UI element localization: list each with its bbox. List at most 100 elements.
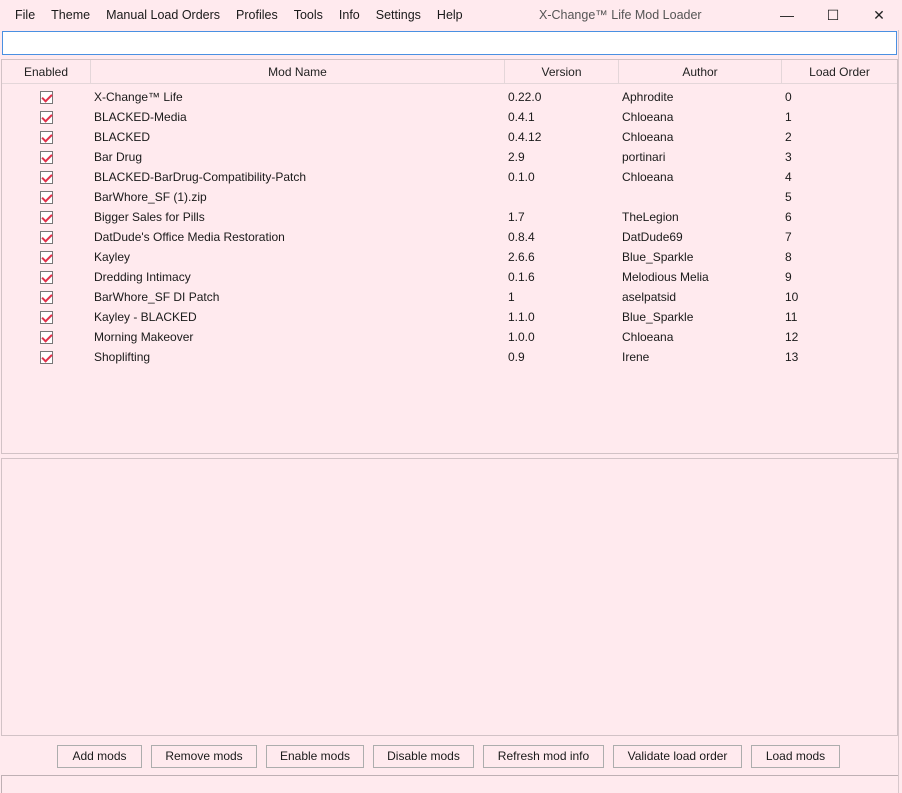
author-cell: DatDude69	[622, 230, 683, 244]
table-row[interactable]: BLACKED 0.4.12 Chloeana 2	[2, 127, 897, 147]
table-row[interactable]: Shoplifting 0.9 Irene 13	[2, 347, 897, 367]
enabled-checkbox[interactable]	[40, 230, 53, 244]
enabled-cell	[2, 270, 91, 284]
enabled-checkbox[interactable]	[40, 170, 53, 184]
add-mods-button[interactable]: Add mods	[57, 745, 142, 768]
table-row[interactable]: BarWhore_SF (1).zip 5	[2, 187, 897, 207]
load-order-cell: 12	[785, 330, 799, 344]
enabled-checkbox[interactable]	[40, 290, 53, 304]
load-mods-button[interactable]: Load mods	[751, 745, 840, 768]
version-cell: 0.1.0	[508, 170, 535, 184]
enabled-checkbox[interactable]	[40, 310, 53, 324]
version-cell: 0.1.6	[508, 270, 535, 284]
enabled-cell	[2, 210, 91, 224]
menu-info[interactable]: Info	[331, 0, 368, 30]
author-cell: Blue_Sparkle	[622, 250, 694, 264]
mod-name-cell: BLACKED-Media	[94, 110, 187, 124]
author-cell: portinari	[622, 150, 666, 164]
author-cell: Chloeana	[622, 330, 674, 344]
load-order-cell: 10	[785, 290, 799, 304]
mod-name-cell: Kayley - BLACKED	[94, 310, 197, 324]
mod-name-cell: BLACKED	[94, 130, 151, 144]
search-input[interactable]	[2, 31, 897, 55]
disable-mods-button[interactable]: Disable mods	[373, 745, 474, 768]
author-cell: Chloeana	[622, 110, 674, 124]
table-row[interactable]: Morning Makeover 1.0.0 Chloeana 12	[2, 327, 897, 347]
version-cell: 0.4.12	[508, 130, 542, 144]
version-cell: 1	[508, 290, 515, 304]
enabled-checkbox[interactable]	[40, 270, 53, 284]
table-row[interactable]: Bar Drug 2.9 portinari 3	[2, 147, 897, 167]
enabled-checkbox[interactable]	[40, 210, 53, 224]
load-order-cell: 8	[785, 250, 792, 264]
enabled-cell	[2, 110, 91, 124]
enabled-cell	[2, 90, 91, 104]
enabled-cell	[2, 310, 91, 324]
load-order-cell: 7	[785, 230, 792, 244]
table-row[interactable]: X-Change™ Life 0.22.0 Aphrodite 0	[2, 87, 897, 107]
mod-name-cell: Shoplifting	[94, 350, 151, 364]
enabled-checkbox[interactable]	[40, 330, 53, 344]
close-icon[interactable]: ✕	[856, 0, 902, 30]
table-header: Enabled Mod Name Version Author Load Ord…	[2, 60, 897, 84]
refresh-mod-info-button[interactable]: Refresh mod info	[483, 745, 604, 768]
load-order-cell: 11	[785, 310, 798, 324]
table-row[interactable]: DatDude's Office Media Restoration 0.8.4 D…	[2, 227, 897, 247]
enabled-checkbox[interactable]	[40, 130, 53, 144]
menu-settings[interactable]: Settings	[368, 0, 429, 30]
enabled-cell	[2, 290, 91, 304]
load-order-cell: 6	[785, 210, 792, 224]
enabled-cell	[2, 150, 91, 164]
menu-file[interactable]: File	[7, 0, 43, 30]
table-row[interactable]: BLACKED-BarDrug-Compatibility-Patch 0.1.0…	[2, 167, 897, 187]
header-enabled[interactable]: Enabled	[2, 60, 91, 84]
header-mod-name[interactable]: Mod Name	[91, 60, 505, 84]
table-row[interactable]: Dredding Intimacy 0.1.6 Melodious Melia 9	[2, 267, 897, 287]
table-row[interactable]: BarWhore_SF DI Patch 1 aselpatsid 10	[2, 287, 897, 307]
mod-name-cell: BLACKED-BarDrug-Compatibility-Patch	[94, 170, 307, 184]
table-body: X-Change™ Life 0.22.0 Aphrodite 0 BLACKED-Me…	[2, 84, 897, 367]
enabled-checkbox[interactable]	[40, 110, 53, 124]
enabled-checkbox[interactable]	[40, 90, 53, 104]
enable-mods-button[interactable]: Enable mods	[266, 745, 364, 768]
version-cell: 2.6.6	[508, 250, 535, 264]
table-row[interactable]: Kayley 2.6.6 Blue_Sparkle 8	[2, 247, 897, 267]
author-cell: Chloeana	[622, 130, 674, 144]
enabled-cell	[2, 130, 91, 144]
mod-name-cell: DatDude's Office Media Restoration	[94, 230, 285, 244]
enabled-cell	[2, 190, 91, 204]
remove-mods-button[interactable]: Remove mods	[151, 745, 257, 768]
enabled-checkbox[interactable]	[40, 190, 53, 204]
load-order-cell: 2	[785, 130, 792, 144]
table-row[interactable]: Bigger Sales for Pills 1.7 TheLegion 6	[2, 207, 897, 227]
header-author[interactable]: Author	[619, 60, 782, 84]
maximize-icon[interactable]: ☐	[810, 0, 856, 30]
menu-tools[interactable]: Tools	[286, 0, 331, 30]
author-cell: Blue_Sparkle	[622, 310, 694, 324]
menu-theme[interactable]: Theme	[43, 0, 98, 30]
menu-help[interactable]: Help	[429, 0, 471, 30]
version-cell: 0.9	[508, 350, 525, 364]
enabled-cell	[2, 350, 91, 364]
menu-profiles[interactable]: Profiles	[228, 0, 286, 30]
mod-name-cell: Bigger Sales for Pills	[94, 210, 205, 224]
mod-description-pane	[1, 458, 898, 736]
title-bar: File Theme Manual Load Orders Profiles T…	[0, 0, 902, 30]
enabled-checkbox[interactable]	[40, 250, 53, 264]
load-order-cell: 9	[785, 270, 792, 284]
header-load-order[interactable]: Load Order	[782, 60, 897, 84]
minimize-icon[interactable]: —	[764, 0, 810, 30]
version-cell: 1.1.0	[508, 310, 535, 324]
enabled-checkbox[interactable]	[40, 350, 53, 364]
validate-load-order-button[interactable]: Validate load order	[613, 745, 742, 768]
menu-manual-load-orders[interactable]: Manual Load Orders	[98, 0, 228, 30]
version-cell: 2.9	[508, 150, 525, 164]
version-cell: 1.7	[508, 210, 525, 224]
enabled-checkbox[interactable]	[40, 150, 53, 164]
table-row[interactable]: Kayley - BLACKED 1.1.0 Blue_Sparkle 11	[2, 307, 897, 327]
mod-table: Enabled Mod Name Version Author Load Ord…	[1, 59, 898, 454]
table-row[interactable]: BLACKED-Media 0.4.1 Chloeana 1	[2, 107, 897, 127]
author-cell: Aphrodite	[622, 90, 674, 104]
header-version[interactable]: Version	[505, 60, 619, 84]
window-title: X-Change™ Life Mod Loader	[539, 8, 702, 22]
